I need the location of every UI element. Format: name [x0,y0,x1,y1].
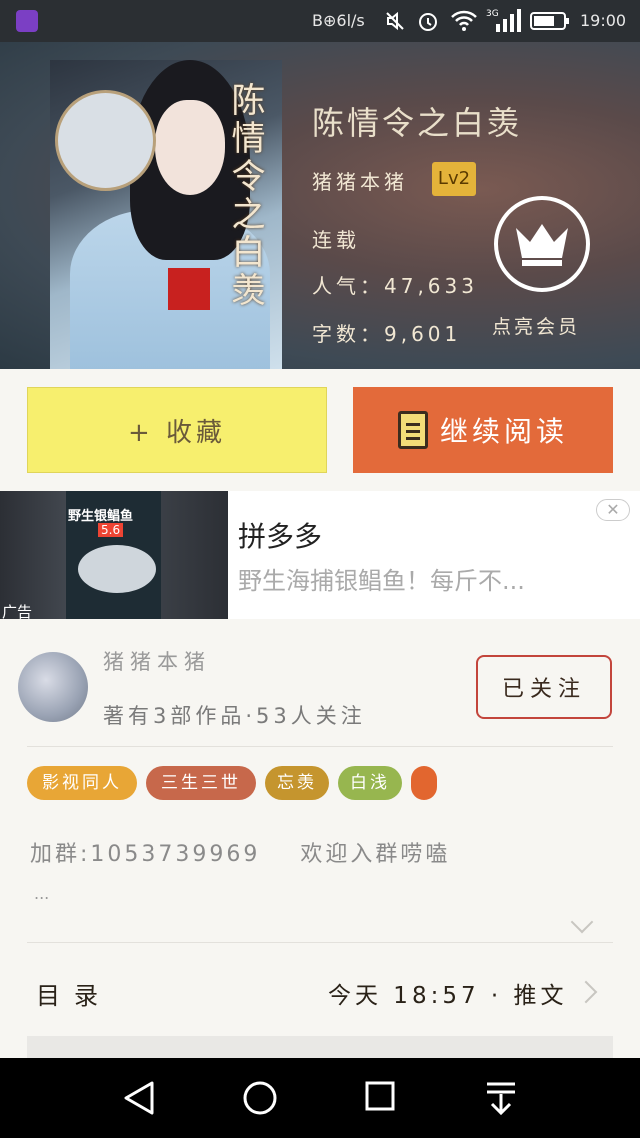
tag-label: 白浅 [350,773,390,793]
collect-label: + 收藏 [127,417,227,448]
gallery-app-icon [16,10,38,32]
cover-title: 陈情令之白羡 [225,82,265,310]
follow-button[interactable]: 已关注 [476,655,612,719]
toc-update[interactable]: 今天 18:57 · 推文 [328,976,568,1010]
ad-title[interactable]: 拼多多 [238,515,322,555]
svg-text:3G: 3G [486,9,499,19]
book-word-count: 字数：9,601 [312,322,462,346]
toc-label[interactable]: 目录 [36,976,112,1011]
book-status: 连载 [312,228,360,252]
author-info: 著有3部作品·53人关注 [103,704,366,728]
author-name[interactable]: 猪猪本猪 [103,646,211,676]
tag-pill[interactable]: 影视同人 [27,766,137,800]
follow-label: 已关注 [501,677,586,702]
mute-icon [386,11,404,31]
ad-close-button[interactable]: ✕ [596,499,630,521]
tag-pill[interactable] [411,766,437,800]
ad-image-fish [78,545,156,593]
tag-label: 忘羡 [277,773,317,793]
recents-icon[interactable] [364,1080,396,1112]
back-icon[interactable] [122,1080,156,1116]
divider [27,942,613,943]
close-icon: ✕ [606,500,620,519]
signal-icon: 3G [486,9,521,32]
ad-image-price: 5.6 [98,523,124,537]
book-intro: 加群:1053739969 欢迎入群唠嗑 [30,842,451,867]
collect-button[interactable]: + 收藏 [27,387,327,473]
alarm-icon [419,13,437,31]
chevron-down-icon[interactable] [570,910,594,934]
section-strip [27,1036,613,1058]
book-header: 陈情令之白羡 陈情令之白羡 猪猪本猪 Lv2 连载 人气：47,633 字数：9… [0,42,640,369]
book-cover[interactable]: 陈情令之白羡 [50,60,282,369]
divider [27,746,613,747]
network-speed: B⊕6l/s [312,11,365,30]
tag-pill[interactable]: 忘羡 [265,766,329,800]
ad-label: 广告 [2,603,33,621]
home-icon[interactable] [242,1080,278,1116]
tag-label: 影视同人 [42,773,122,793]
wifi-icon [451,10,477,31]
cover-fan [55,90,156,191]
chevron-right-icon[interactable] [574,980,598,1004]
status-bar: B⊕6l/s 3G 19:00 [0,0,640,42]
vip-label[interactable]: 点亮会员 [492,312,580,339]
intro-ellipsis: ... [34,884,50,903]
ad-image-tag: 野生银鲳鱼 [68,509,134,524]
author-avatar[interactable] [18,652,88,722]
clock: 19:00 [580,11,627,30]
cover-seal [168,268,210,310]
crown-icon [516,224,568,266]
tag-pill[interactable]: 白浅 [338,766,402,800]
level-badge: Lv2 [432,162,476,196]
cover-figure-face [155,100,225,195]
notification-pulldown-icon[interactable] [484,1080,518,1116]
continue-reading-label: 继续阅读 [439,415,568,448]
continue-reading-button[interactable]: 继续阅读 [353,387,613,473]
book-title: 陈情令之白羡 [312,104,523,142]
android-nav-bar [0,1058,640,1138]
battery-icon [530,12,569,30]
vip-button[interactable] [494,196,590,292]
ad-banner[interactable]: 野生银鲳鱼 5.6 广告 拼多多 野生海捕银鲳鱼！每斤不... ✕ [0,491,640,621]
book-popularity: 人气：47,633 [312,274,478,298]
tag-pill[interactable]: 三生三世 [146,766,256,800]
ad-description[interactable]: 野生海捕银鲳鱼！每斤不... [238,561,525,596]
tag-label: 三生三世 [161,773,241,793]
book-icon [397,411,428,449]
ad-image[interactable]: 野生银鲳鱼 5.6 广告 [0,491,228,621]
book-author[interactable]: 猪猪本猪 [312,166,408,195]
